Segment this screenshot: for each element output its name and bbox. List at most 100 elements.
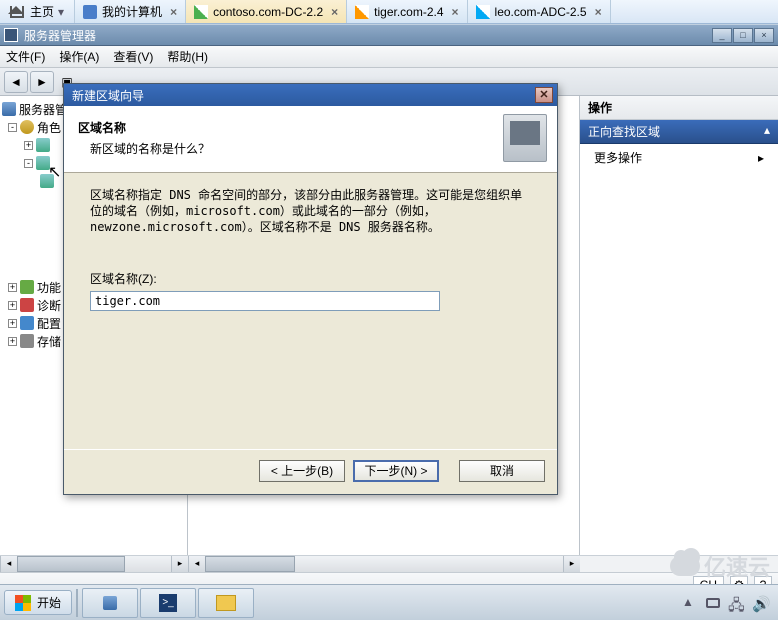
roles-icon [20,120,34,134]
dialog-header-title: 区域名称 [78,119,210,136]
tab-contoso[interactable]: contoso.com-DC-2.2 × [186,0,347,23]
actions-sub-header: 正向查找区域 ▴ [580,120,778,144]
close-icon[interactable]: × [170,5,177,19]
zone-name-input[interactable] [90,291,440,311]
tray-flag-icon[interactable] [706,598,720,608]
home-label: 主页 [30,3,54,20]
collapse-icon[interactable]: - [8,123,17,132]
nav-back-button[interactable]: ◄ [4,71,28,93]
app-icon [4,28,18,42]
scroll-thumb[interactable] [17,556,125,572]
tray-network-icon[interactable]: 🖧 [728,595,744,611]
taskbar-app-powershell[interactable]: >_ [140,588,196,618]
nav-forward-button[interactable]: ► [30,71,54,93]
expand-icon[interactable]: + [24,141,33,150]
config-icon [20,316,34,330]
home-button[interactable]: 主页 ▾ [0,0,75,23]
tab-label: tiger.com-2.4 [374,5,443,19]
windows-logo-icon [15,595,31,611]
menu-file[interactable]: 文件(F) [6,48,45,65]
cancel-button[interactable]: 取消 [459,460,545,482]
actions-sub-label: 正向查找区域 [588,125,660,139]
dialog-titlebar[interactable]: 新建区域向导 ✕ [64,84,557,106]
actions-panel: 操作 正向查找区域 ▴ 更多操作 ▸ [580,96,778,555]
storage-icon [20,334,34,348]
separator [76,589,78,617]
next-button[interactable]: 下一步(N) > [353,460,439,482]
folder-icon [216,595,236,611]
window-titlebar: 服务器管理器 _ □ × [0,24,778,46]
server-icon [355,5,369,19]
pc-icon [83,5,97,19]
dialog-title-text: 新建区域向导 [72,87,144,104]
actions-more[interactable]: 更多操作 ▸ [580,144,778,171]
scroll-left-icon[interactable]: ◂ [188,556,205,572]
scroll-thumb[interactable] [205,556,295,572]
left-scrollbar[interactable]: ◂ ▸ [0,555,188,572]
tab-tiger[interactable]: tiger.com-2.4 × [347,0,467,23]
right-scroll-area [580,555,778,572]
taskbar: 开始 >_ ▲ 🖧 🔊 [0,584,778,620]
server-icon [476,5,490,19]
home-icon [10,6,24,18]
scroll-left-icon[interactable]: ◂ [0,556,17,572]
tray-up-icon[interactable]: ▲ [682,595,698,611]
chevron-up-icon[interactable]: ▴ [764,123,770,137]
server-icon [194,5,208,19]
tree-label: 功能 [37,279,61,296]
expand-icon[interactable]: + [8,337,17,346]
server-icon [103,596,117,610]
tab-label: 我的计算机 [102,3,162,20]
tree-label: 配置 [37,315,61,332]
start-button[interactable]: 开始 [4,590,72,615]
menu-bar: 文件(F) 操作(A) 查看(V) 帮助(H) [0,46,778,68]
scroll-right-icon[interactable]: ▸ [563,556,580,572]
new-zone-wizard-dialog: 新建区域向导 ✕ 区域名称 新区域的名称是什么？ 区域名称指定 DNS 命名空间… [63,83,558,495]
menu-action[interactable]: 操作(A) [59,48,99,65]
tab-label: contoso.com-DC-2.2 [213,5,323,19]
taskbar-app-server-manager[interactable] [82,588,138,618]
chevron-right-icon: ▸ [758,151,764,165]
tab-leo[interactable]: leo.com-ADC-2.5 × [468,0,611,23]
dialog-header: 区域名称 新区域的名称是什么？ [64,106,557,173]
node-icon [36,138,50,152]
dialog-description: 区域名称指定 DNS 命名空间的部分，该部分由此服务器管理。这可能是您组织单位的… [90,187,531,236]
maximize-button[interactable]: □ [733,28,753,43]
menu-help[interactable]: 帮助(H) [167,48,208,65]
minimize-button[interactable]: _ [712,28,732,43]
actions-header: 操作 [580,96,778,120]
dialog-button-row: < 上一步(B) 下一步(N) > 取消 [64,449,557,494]
expand-icon[interactable]: + [8,283,17,292]
dialog-close-button[interactable]: ✕ [535,87,553,103]
close-icon[interactable]: × [331,5,338,19]
server-tower-icon [503,114,547,162]
tree-label: 诊断 [37,297,61,314]
browser-tab-strip: 主页 ▾ 我的计算机 × contoso.com-DC-2.2 × tiger.… [0,0,778,24]
close-button[interactable]: × [754,28,774,43]
start-label: 开始 [37,594,61,611]
window-title-text: 服务器管理器 [24,27,96,44]
taskbar-app-explorer[interactable] [198,588,254,618]
tree-label: 存储 [37,333,61,350]
close-icon[interactable]: × [452,5,459,19]
features-icon [20,280,34,294]
close-icon[interactable]: × [595,5,602,19]
scroll-right-icon[interactable]: ▸ [171,556,188,572]
tab-label: leo.com-ADC-2.5 [495,5,587,19]
tab-my-computer[interactable]: 我的计算机 × [75,0,186,23]
diagnostics-icon [20,298,34,312]
collapse-icon[interactable]: - [24,159,33,168]
dialog-body: 区域名称指定 DNS 命名空间的部分，该部分由此服务器管理。这可能是您组织单位的… [64,173,557,329]
node-icon [40,174,54,188]
expand-icon[interactable]: + [8,319,17,328]
center-scrollbar[interactable]: ◂ ▸ [188,555,580,572]
expand-icon[interactable]: + [8,301,17,310]
back-button[interactable]: < 上一步(B) [259,460,345,482]
tray-volume-icon[interactable]: 🔊 [752,595,768,611]
actions-item-label: 更多操作 [594,149,642,166]
zone-name-label: 区域名称(Z): [90,270,531,287]
tree-label: 角色 [37,119,61,136]
server-icon [2,102,16,116]
menu-view[interactable]: 查看(V) [113,48,153,65]
node-icon [36,156,50,170]
